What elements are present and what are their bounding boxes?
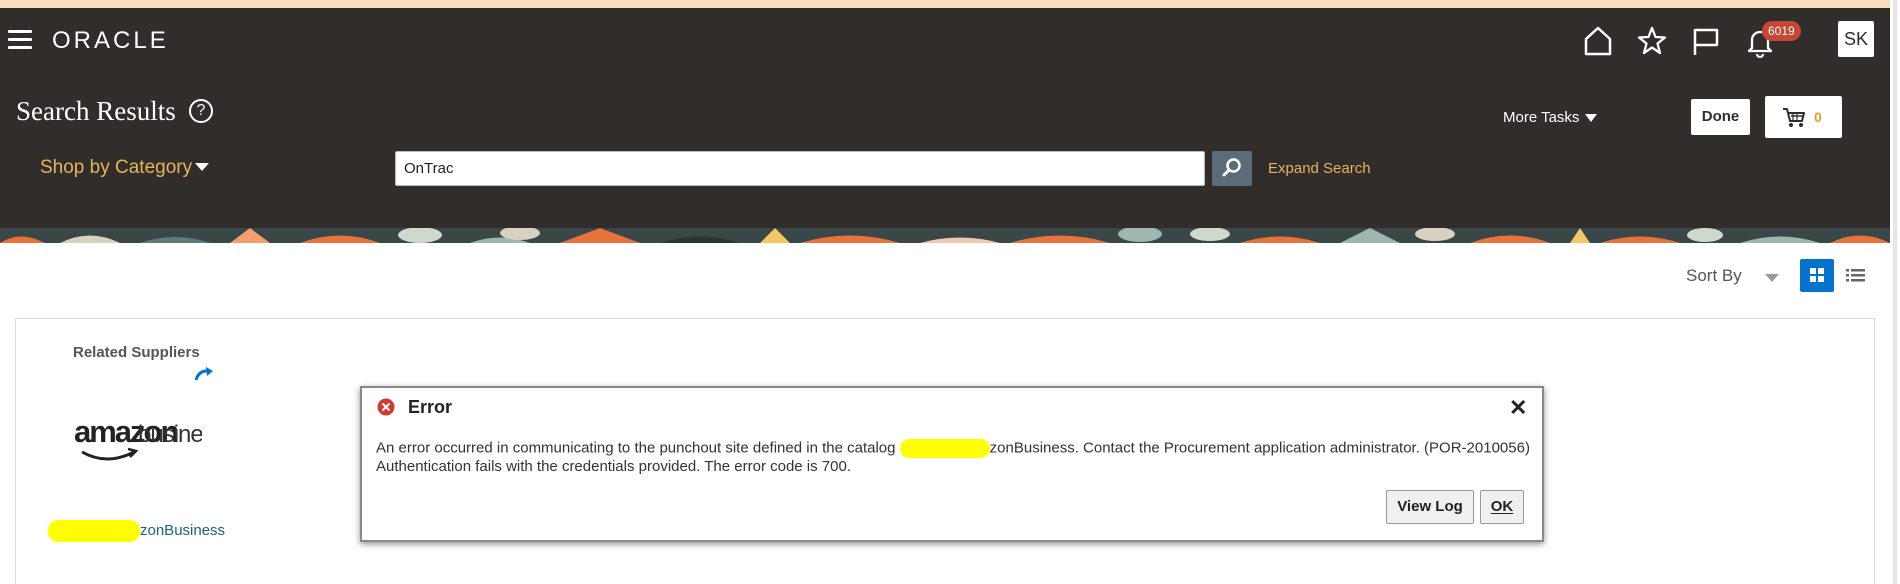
flag-icon[interactable] [1689,24,1723,58]
search-button[interactable] [1212,151,1252,186]
app-root: ORACLE 6019 SK Search Results ? Shop by … [0,0,1900,584]
search-input[interactable] [395,151,1205,186]
shop-by-category-label: Shop by Category [40,157,193,178]
notification-badge: 6019 [1762,21,1801,41]
done-button[interactable]: Done [1691,99,1750,135]
sort-by-chevron-down-icon[interactable] [1765,274,1779,282]
error-message: An error occurred in communicating to th… [376,439,1536,475]
cart-button[interactable]: 0 [1765,96,1842,138]
list-view-icon[interactable] [1845,265,1867,285]
error-message-part1: An error occurred in communicating to th… [376,439,896,457]
error-dialog: Error ✕ An error occurred in communicati… [360,386,1544,542]
more-tasks-menu[interactable]: More Tasks [1503,109,1598,126]
expand-search-link[interactable]: Expand Search [1268,160,1371,177]
related-suppliers-title: Related Suppliers [73,344,200,361]
svg-text:business: business [138,421,202,448]
user-avatar[interactable]: SK [1838,21,1874,57]
chevron-down-icon [195,163,210,171]
supplier-name: zonBusiness [140,521,226,539]
close-icon[interactable]: ✕ [1509,395,1527,421]
error-icon [377,398,395,416]
page-title: Search Results [16,96,176,126]
cart-count: 0 [1814,109,1822,125]
error-message-line2: Authentication fails with the credential… [376,458,851,475]
ok-button[interactable]: OK [1480,490,1524,524]
view-log-button[interactable]: View Log [1386,490,1474,524]
supplier-link[interactable]: zonBusiness [48,520,225,542]
top-strip [0,0,1890,8]
grid-view-icon [1810,268,1824,282]
redaction-mark [48,520,140,542]
menu-icon[interactable] [8,30,32,50]
chevron-down-icon [1585,114,1598,122]
more-tasks-label: More Tasks [1503,109,1580,126]
help-icon[interactable]: ? [189,99,213,123]
oracle-logo: ORACLE [52,27,169,54]
error-message-part2: zonBusiness. Contact the Procurement app… [989,439,1530,457]
redaction-mark [899,439,990,458]
page-scrollbar[interactable] [1890,0,1900,584]
home-icon[interactable] [1581,24,1615,58]
decorative-banner [0,228,1890,243]
search-icon [1222,158,1241,177]
shop-by-category-menu[interactable]: Shop by Category [40,157,210,179]
sort-by-label[interactable]: Sort By [1686,266,1742,286]
favorites-star-icon[interactable] [1635,24,1669,58]
grid-view-button[interactable] [1800,259,1834,292]
cart-icon [1783,108,1805,127]
amazon-business-logo[interactable]: amazon business [72,388,227,480]
dialog-title: Error [408,397,453,417]
refresh-icon[interactable] [193,366,217,386]
